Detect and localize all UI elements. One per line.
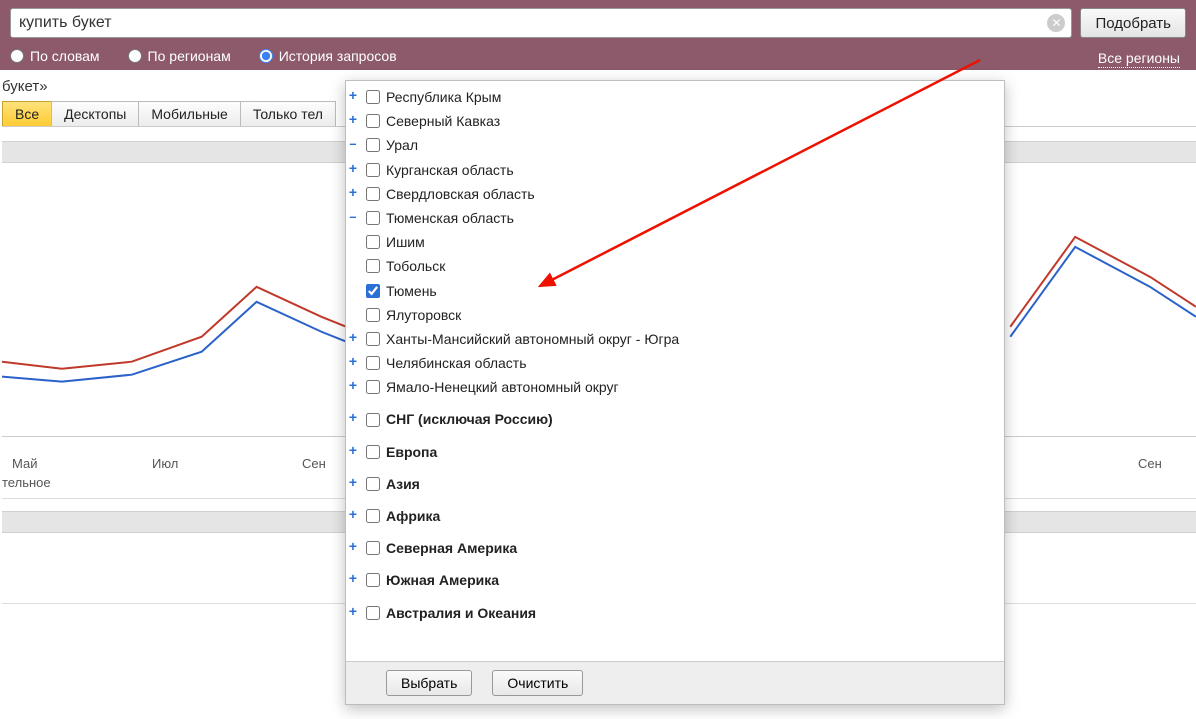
region-hmao-checkbox[interactable] [366, 332, 380, 346]
select-button[interactable]: Выбрать [386, 670, 472, 696]
mode-regions-radio[interactable] [128, 49, 142, 63]
region-sng[interactable]: + СНГ (исключая Россию) [346, 410, 998, 428]
region-tyumen-obl[interactable]: – Тюменская область [346, 209, 998, 227]
mode-words-label: По словам [30, 48, 100, 64]
region-europe-checkbox[interactable] [366, 445, 380, 459]
region-kurgan[interactable]: + Курганская область [346, 161, 998, 179]
region-krym[interactable]: + Республика Крым [346, 88, 998, 106]
mode-radio-row: По словам По регионам История запросов [10, 48, 1186, 64]
expand-icon[interactable]: + [346, 161, 360, 179]
mode-history[interactable]: История запросов [259, 48, 397, 64]
region-ural-checkbox[interactable] [366, 138, 380, 152]
mode-words[interactable]: По словам [10, 48, 100, 64]
collapse-icon[interactable]: – [346, 209, 360, 227]
expand-icon[interactable]: + [346, 443, 360, 461]
region-sng-checkbox[interactable] [366, 413, 380, 427]
expand-icon[interactable]: + [346, 378, 360, 396]
region-hmao[interactable]: + Ханты-Мансийский автономный округ - Юг… [346, 330, 998, 348]
region-africa-checkbox[interactable] [366, 509, 380, 523]
region-yalutor-checkbox[interactable] [366, 308, 380, 322]
expand-icon[interactable]: + [346, 112, 360, 130]
region-tobolsk[interactable]: + Тобольск [346, 257, 998, 275]
expand-icon[interactable]: + [346, 604, 360, 622]
region-yanao-checkbox[interactable] [366, 380, 380, 394]
region-ural[interactable]: – Урал [346, 136, 998, 154]
region-ishim[interactable]: + Ишим [346, 233, 998, 251]
region-yanao[interactable]: + Ямало-Ненецкий автономный округ [346, 378, 998, 396]
region-sverdl-checkbox[interactable] [366, 187, 380, 201]
search-row: ✕ Подобрать [10, 8, 1186, 38]
clear-button[interactable]: Очистить [492, 670, 583, 696]
region-asia-checkbox[interactable] [366, 477, 380, 491]
topbar: ✕ Подобрать По словам По регионам Истори… [0, 0, 1196, 70]
region-africa[interactable]: + Африка [346, 507, 998, 525]
region-namerica-checkbox[interactable] [366, 541, 380, 555]
region-samerica-checkbox[interactable] [366, 573, 380, 587]
region-kurgan-checkbox[interactable] [366, 163, 380, 177]
region-europe[interactable]: + Европа [346, 443, 998, 461]
region-tree[interactable]: + Республика Крым + Северный Кавказ – Ур… [346, 81, 1004, 661]
expand-icon[interactable]: + [346, 88, 360, 106]
xlabel-sep: Сен [302, 456, 326, 471]
region-oceania[interactable]: + Австралия и Океания [346, 604, 998, 622]
region-yalutor[interactable]: + Ялуторовск [346, 306, 998, 324]
tab-phones[interactable]: Только тел [240, 101, 336, 126]
submit-button[interactable]: Подобрать [1080, 8, 1186, 38]
xlabel-may: Май [12, 456, 37, 471]
expand-icon[interactable]: + [346, 507, 360, 525]
region-krym-checkbox[interactable] [366, 90, 380, 104]
expand-icon[interactable]: + [346, 475, 360, 493]
region-ishim-checkbox[interactable] [366, 235, 380, 249]
xlabel-jul: Июл [152, 456, 178, 471]
expand-icon[interactable]: + [346, 539, 360, 557]
search-input[interactable] [19, 14, 1047, 32]
clear-input-icon[interactable]: ✕ [1047, 14, 1065, 32]
region-nkavkaz[interactable]: + Северный Кавказ [346, 112, 998, 130]
xlabel-sep-right: Сен [1138, 456, 1162, 471]
expand-icon[interactable]: + [346, 571, 360, 589]
expand-icon[interactable]: + [346, 330, 360, 348]
region-tyumen-checkbox[interactable] [366, 284, 380, 298]
expand-icon[interactable]: + [346, 410, 360, 428]
tab-mobile[interactable]: Мобильные [138, 101, 240, 126]
region-asia[interactable]: + Азия [346, 475, 998, 493]
all-regions-link[interactable]: Все регионы [1098, 50, 1180, 68]
tab-desktop[interactable]: Десктопы [51, 101, 138, 126]
region-panel-footer: Выбрать Очистить [346, 661, 1004, 704]
region-samerica[interactable]: + Южная Америка [346, 571, 998, 589]
region-chelyab[interactable]: + Челябинская область [346, 354, 998, 372]
region-tyumen[interactable]: + Тюмень [346, 282, 998, 300]
mode-history-label: История запросов [279, 48, 397, 64]
region-nkavkaz-checkbox[interactable] [366, 114, 380, 128]
mode-history-radio[interactable] [259, 49, 273, 63]
search-input-wrap[interactable]: ✕ [10, 8, 1072, 38]
region-dropdown-panel: + Республика Крым + Северный Кавказ – Ур… [345, 80, 1005, 705]
collapse-icon[interactable]: – [346, 136, 360, 154]
expand-icon[interactable]: + [346, 354, 360, 372]
region-tyumen-obl-checkbox[interactable] [366, 211, 380, 225]
tab-all[interactable]: Все [2, 101, 51, 126]
region-oceania-checkbox[interactable] [366, 606, 380, 620]
region-namerica[interactable]: + Северная Америка [346, 539, 998, 557]
region-sverdl[interactable]: + Свердловская область [346, 185, 998, 203]
mode-regions[interactable]: По регионам [128, 48, 231, 64]
expand-icon[interactable]: + [346, 185, 360, 203]
region-tobolsk-checkbox[interactable] [366, 259, 380, 273]
mode-regions-label: По регионам [148, 48, 231, 64]
region-chelyab-checkbox[interactable] [366, 356, 380, 370]
mode-words-radio[interactable] [10, 49, 24, 63]
